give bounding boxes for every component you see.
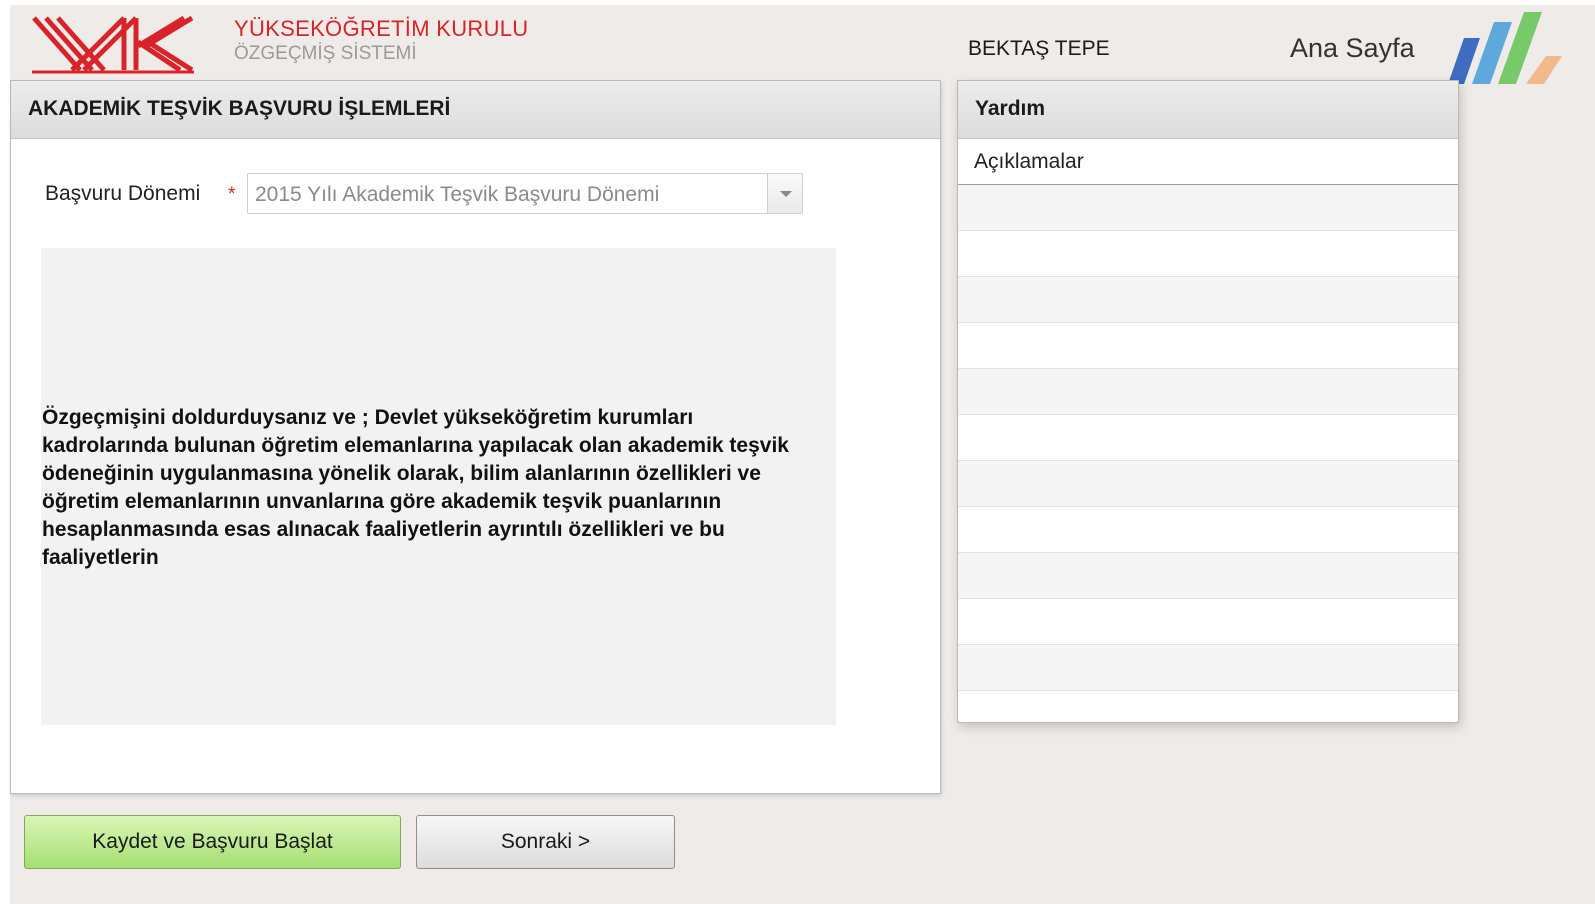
help-empty-row [958, 323, 1458, 369]
chevron-down-icon [780, 191, 792, 197]
help-empty-row [958, 507, 1458, 553]
help-empty-row [958, 461, 1458, 507]
app-window: YÜKSEKÖĞRETİM KURULU ÖZGEÇMİŞ SİSTEMİ BE… [10, 5, 1595, 904]
help-header: Yardım [958, 81, 1458, 139]
save-and-apply-button[interactable]: Kaydet ve Başvuru Başlat [24, 815, 401, 869]
user-name[interactable]: BEKTAŞ TEPE [968, 37, 1110, 61]
help-item-label: Açıklamalar [974, 150, 1084, 173]
help-empty-row [958, 369, 1458, 415]
help-empty-row [958, 231, 1458, 277]
dropdown-toggle[interactable] [767, 174, 802, 213]
period-label: Başvuru Dönemi [45, 182, 201, 205]
help-empty-row [958, 277, 1458, 323]
org-title: YÜKSEKÖĞRETİM KURULU [234, 16, 529, 41]
home-link[interactable]: Ana Sayfa [1290, 33, 1415, 64]
help-empty-row [958, 553, 1458, 599]
panel-title: AKADEMİK TEŞVİK BAŞVURU İŞLEMLERİ [28, 97, 451, 120]
brand-stripes-icon [1448, 12, 1562, 84]
help-empty-row [958, 185, 1458, 231]
help-empty-row [958, 645, 1458, 691]
org-subtitle: ÖZGEÇMİŞ SİSTEMİ [234, 43, 417, 64]
help-panel: Yardım Açıklamalar [957, 80, 1459, 723]
application-panel: AKADEMİK TEŞVİK BAŞVURU İŞLEMLERİ Başvur… [10, 80, 941, 794]
info-text: Özgeçmişini doldurduysanız ve ; Devlet y… [42, 406, 789, 569]
help-title: Yardım [975, 97, 1046, 120]
help-item-aciklamalar[interactable]: Açıklamalar [958, 139, 1458, 185]
yok-logo-icon [32, 15, 194, 74]
panel-header: AKADEMİK TEŞVİK BAŞVURU İŞLEMLERİ [11, 81, 940, 139]
period-select[interactable]: 2015 Yılı Akademik Teşvik Başvuru Dönemi [247, 173, 803, 214]
next-button[interactable]: Sonraki > [416, 815, 675, 869]
period-select-value: 2015 Yılı Akademik Teşvik Başvuru Dönemi [255, 183, 660, 206]
info-box: Özgeçmişini doldurduysanız ve ; Devlet y… [41, 248, 836, 725]
required-icon: * [228, 184, 236, 205]
help-empty-row [958, 415, 1458, 461]
help-empty-row [958, 599, 1458, 645]
